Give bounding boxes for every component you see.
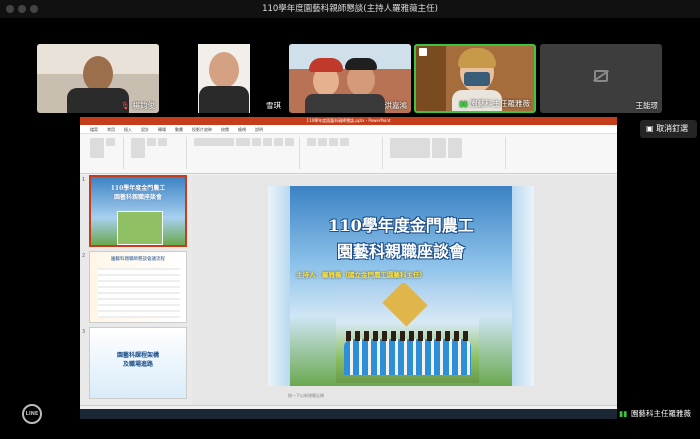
participant-tile-active-speaker[interactable]: ▮▮ 園藝科主任羅雅薇 xyxy=(414,44,536,113)
slide-thumbnail[interactable]: 園藝科課程架構 及職場進路 xyxy=(89,327,187,399)
participant-name: 園藝科主任羅雅薇 xyxy=(470,99,530,108)
zoom-window-button[interactable] xyxy=(30,5,38,13)
ppt-tab[interactable]: 動畫 xyxy=(175,125,183,133)
notes-placeholder[interactable]: 按一下以新增備忘稿 xyxy=(288,393,324,399)
current-slide[interactable]: 110學年度金門農工 園藝科親職座談會 主持人：羅雅薇（國立金門農工園藝科主任） xyxy=(268,186,534,386)
pin-icon: ▣ xyxy=(646,124,654,133)
cut-icon[interactable] xyxy=(106,138,115,146)
active-speaker-label: ▮▮ 園藝科主任羅雅薇 xyxy=(617,406,700,421)
bullets-icon[interactable] xyxy=(307,138,316,146)
mic-muted-icon: 🎙 xyxy=(120,101,131,110)
window-title: 110學年度園藝科親師懇談(主持人羅雅薇主任) xyxy=(262,4,438,14)
ribbon-group-drawing xyxy=(386,137,506,169)
ppt-tab[interactable]: 投影片放映 xyxy=(192,125,212,133)
speaker-name: 園藝科主任羅雅薇 xyxy=(631,409,691,418)
participant-name: 洪嘉鴻 xyxy=(384,101,408,110)
slide-editor: 110學年度金門農工 園藝科親職座談會 主持人：羅雅薇（國立金門農工園藝科主任）… xyxy=(192,175,617,405)
slide-group-photo xyxy=(336,283,479,383)
participant-tile[interactable]: 王能璟 xyxy=(540,44,662,113)
ppt-tab[interactable]: 說明 xyxy=(255,125,263,133)
thumb-title: 園藝科課程架構 及職場進路 xyxy=(116,352,159,368)
ppt-tab[interactable]: 校閱 xyxy=(221,125,229,133)
unpin-button[interactable]: ▣ 取消釘選 xyxy=(640,120,697,138)
font-color-icon[interactable] xyxy=(285,138,294,146)
font-size-field[interactable] xyxy=(236,138,250,146)
speaker-indicator-icon xyxy=(419,48,427,56)
ribbon-group-paragraph xyxy=(303,137,383,169)
slide-title-line1: 110學年度金門農工 xyxy=(328,216,474,235)
ppt-ribbon-tabs: 檔案 常用 插入 設計 轉場 動畫 投影片放映 校閱 檢視 說明 xyxy=(80,125,617,134)
bold-icon[interactable] xyxy=(252,138,261,146)
line-logo: LINE xyxy=(22,404,42,424)
align-center-icon[interactable] xyxy=(340,138,349,146)
participant-name: 王能璟 xyxy=(635,101,659,110)
slide-thumbnail-pane: 1 110學年度金門農工 園藝科親職座談會 2 園藝科親職師懇談會議流程 3 園… xyxy=(80,175,192,405)
thumb-title: 園藝科親職師懇談會議流程 xyxy=(111,257,165,262)
ribbon-group-font xyxy=(190,137,300,169)
shapes-gallery[interactable] xyxy=(390,138,430,158)
close-window-button[interactable] xyxy=(6,5,14,13)
ppt-tab[interactable]: 檢視 xyxy=(238,125,246,133)
reset-icon[interactable] xyxy=(158,138,167,146)
ppt-ribbon xyxy=(80,134,617,174)
participant-tile[interactable]: 洪嘉鴻 xyxy=(289,44,411,113)
ppt-tab[interactable]: 設計 xyxy=(141,125,149,133)
participant-name: 雪琪 xyxy=(266,101,281,110)
paste-icon[interactable] xyxy=(90,138,104,158)
unpin-label: 取消釘選 xyxy=(656,124,689,133)
ppt-tab[interactable]: 插入 xyxy=(124,125,132,133)
new-slide-icon[interactable] xyxy=(131,138,145,158)
layout-icon[interactable] xyxy=(147,138,156,146)
underline-icon[interactable] xyxy=(274,138,283,146)
quick-styles-icon[interactable] xyxy=(448,138,462,158)
audio-level-icon: ▮▮ xyxy=(619,409,628,418)
align-left-icon[interactable] xyxy=(329,138,338,146)
shared-screen: 110學年度園藝科親師懇談.pptx - PowerPoint 檔案 常用 插入… xyxy=(80,117,617,419)
ribbon-group-clipboard xyxy=(86,137,124,169)
slide-thumbnail[interactable]: 園藝科親職師懇談會議流程 xyxy=(89,251,187,323)
slide-title-line2: 園藝科親職座談會 xyxy=(336,242,465,261)
ppt-tab[interactable]: 轉場 xyxy=(158,125,166,133)
thumb-number: 2 xyxy=(82,253,86,259)
thumb-title: 110學年度金門農工 園藝科親職座談會 xyxy=(110,185,166,201)
ribbon-group-slides xyxy=(127,137,187,169)
window-title-bar: 110學年度園藝科親師懇談(主持人羅雅薇主任) xyxy=(0,0,700,18)
ppt-window-title: 110學年度園藝科親師懇談.pptx - PowerPoint xyxy=(80,117,617,125)
participant-tile[interactable]: 雪琪 xyxy=(163,44,285,113)
participant-tile[interactable]: 🎙 楊鈞俊 xyxy=(37,44,159,113)
participant-name: 楊鈞俊 xyxy=(132,101,156,110)
windows-taskbar xyxy=(80,409,617,419)
thumb-number: 3 xyxy=(82,329,86,335)
slide-host-line: 主持人：羅雅薇（國立金門農工園藝科主任） xyxy=(296,271,426,279)
arrange-icon[interactable] xyxy=(432,138,446,158)
audio-level-icon: ▮▮ xyxy=(459,99,468,108)
italic-icon[interactable] xyxy=(263,138,272,146)
ppt-tab[interactable]: 常用 xyxy=(107,125,115,133)
minimize-window-button[interactable] xyxy=(18,5,26,13)
thumb-number: 1 xyxy=(82,177,86,183)
numbering-icon[interactable] xyxy=(318,138,327,146)
ppt-tab[interactable]: 檔案 xyxy=(90,125,98,133)
font-name-field[interactable] xyxy=(194,138,234,146)
slide-thumbnail[interactable]: 110學年度金門農工 園藝科親職座談會 xyxy=(89,175,187,247)
